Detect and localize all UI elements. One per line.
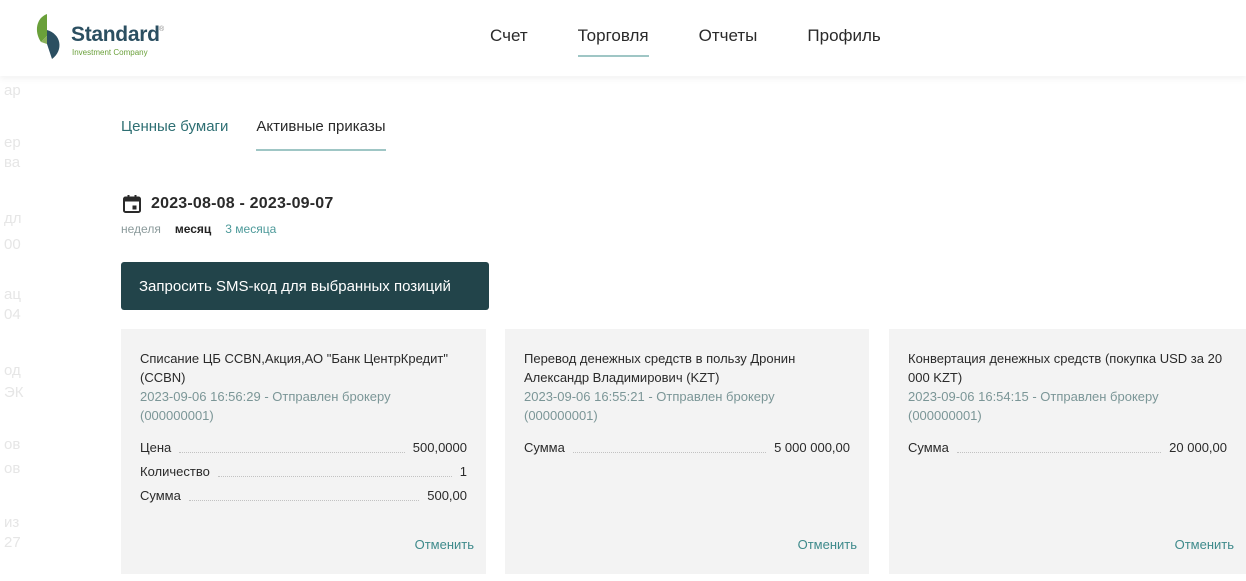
detail-value: 500,0000 [412,440,467,455]
detail-label: Цена [140,440,172,455]
dotted-leader [179,452,405,453]
order-card: Конвертация денежных средств (покупка US… [889,329,1246,574]
period-selector: неделя месяц 3 месяца [121,222,276,236]
brand-logo[interactable]: Standard ® Investment Company [33,12,173,62]
dotted-leader [217,476,452,477]
date-range-value[interactable]: 2023-08-08 - 2023-09-07 [151,195,334,213]
dotted-leader [572,452,767,453]
cancel-order-link[interactable]: Отменить [1175,537,1234,552]
logo-title: Standard [71,23,160,46]
logo-mark-icon [36,14,60,59]
calendar-icon[interactable] [122,194,142,214]
cancel-order-link[interactable]: Отменить [415,537,474,552]
top-header: Standard ® Investment Company Счет Торго… [0,0,1246,76]
nav-item-trading[interactable]: Торговля [577,26,649,57]
detail-label: Количество [140,464,210,479]
order-meta: 2023-09-06 16:56:29 - Отправлен брокеру … [140,389,391,423]
order-details: Сумма 5 000 000,00 [524,440,850,456]
period-3-months[interactable]: 3 месяца [225,222,276,236]
detail-value: 500,00 [427,488,467,503]
request-sms-code-button[interactable]: Запросить SMS-код для выбранных позиций [121,262,489,310]
order-title: Перевод денежных средств в пользу Дронин… [524,351,796,385]
cancel-order-link[interactable]: Отменить [798,537,857,552]
order-title: Списание ЦБ CCBN,Акция,АО "Банк ЦентрКре… [140,351,448,385]
logo-tagline: Investment Company [72,48,148,57]
date-range-picker[interactable]: 2023-08-08 - 2023-09-07 [122,194,334,214]
period-week[interactable]: неделя [121,222,161,236]
logo-registered: ® [159,26,165,33]
order-details: Сумма 20 000,00 [908,440,1227,456]
detail-value: 1 [459,464,467,479]
background-overlay: вх ар ер ва дл 00 ац 04 од ЭК ов ов из 2… [4,30,24,551]
tab-active-orders[interactable]: Активные приказы [256,118,386,151]
detail-label: Сумма [524,440,565,455]
nav-item-profile[interactable]: Профиль [807,26,880,54]
main-nav: Счет Торговля Отчеты Профиль [490,26,881,57]
order-meta: 2023-09-06 16:55:21 - Отправлен брокеру … [524,389,775,423]
order-card: Перевод денежных средств в пользу Дронин… [505,329,869,574]
period-month[interactable]: месяц [175,222,211,236]
detail-value: 5 000 000,00 [774,440,850,455]
detail-label: Сумма [140,488,181,503]
detail-row-sum: Сумма 20 000,00 [908,440,1227,456]
dotted-leader [956,452,1162,453]
detail-row-quantity: Количество 1 [140,464,467,480]
order-details: Цена 500,0000 Количество 1 Сумма 500,00 [140,440,467,504]
order-meta: 2023-09-06 16:54:15 - Отправлен брокеру … [908,389,1159,423]
nav-item-reports[interactable]: Отчеты [699,26,758,54]
dotted-leader [188,500,420,501]
detail-row-price: Цена 500,0000 [140,440,467,456]
detail-row-sum: Сумма 500,00 [140,488,467,504]
order-card: Списание ЦБ CCBN,Акция,АО "Банк ЦентрКре… [121,329,486,574]
nav-item-account[interactable]: Счет [490,26,528,54]
detail-value: 20 000,00 [1169,440,1227,455]
subtabs: Ценные бумаги Активные приказы [121,118,386,151]
tab-securities[interactable]: Ценные бумаги [121,118,228,151]
order-title: Конвертация денежных средств (покупка US… [908,351,1223,385]
detail-label: Сумма [908,440,949,455]
detail-row-sum: Сумма 5 000 000,00 [524,440,850,456]
